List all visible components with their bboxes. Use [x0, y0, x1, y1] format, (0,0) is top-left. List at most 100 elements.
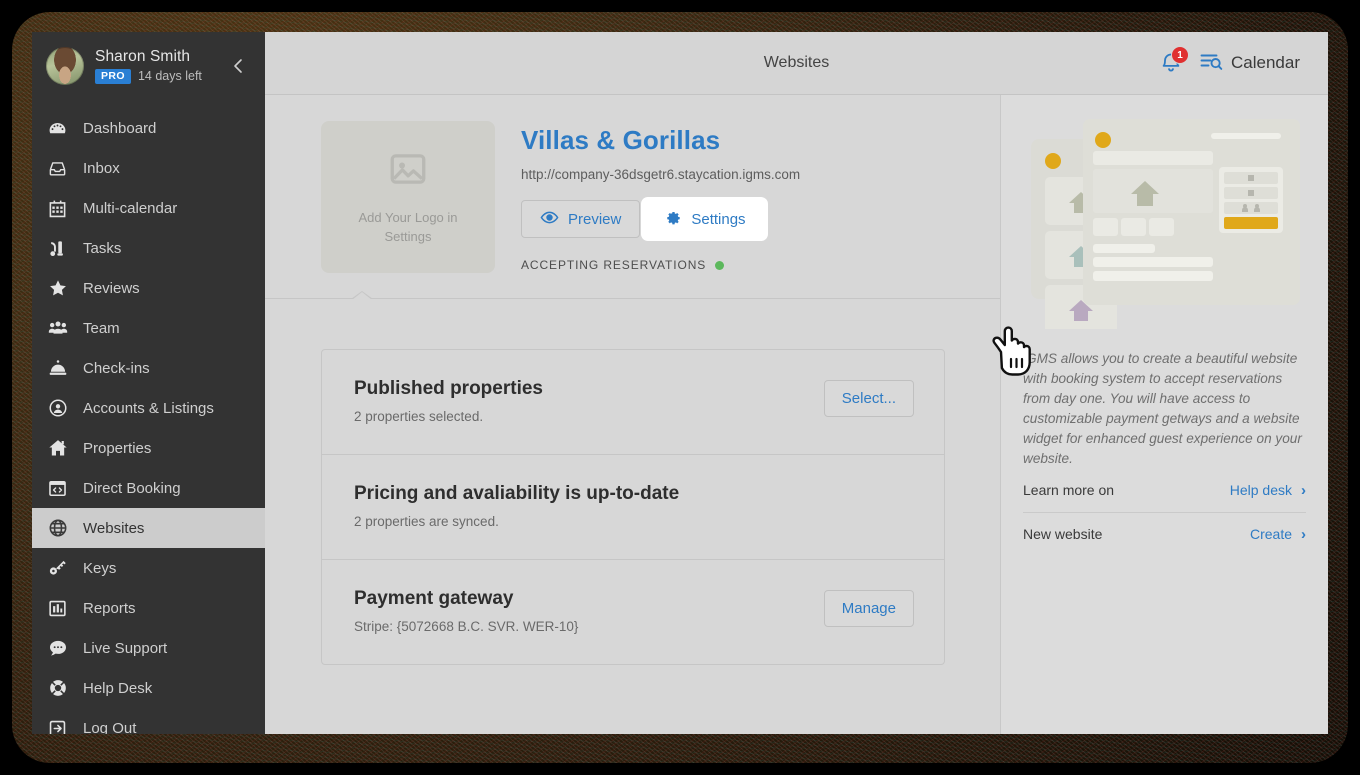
bar-chart-icon	[48, 598, 74, 618]
sidebar-user-profile[interactable]: Sharon Smith PRO 14 days left	[32, 32, 265, 100]
eye-icon	[540, 208, 559, 231]
card-title: Pricing and avaliability is up-to-date	[354, 483, 680, 504]
sidebar-item-reports[interactable]: Reports	[32, 588, 265, 628]
user-circle-icon	[48, 398, 74, 418]
content-area: Add Your Logo in Settings Villas & Goril…	[265, 95, 1031, 734]
sidebar-item-label: Tasks	[83, 239, 122, 257]
logo-placeholder-line2: Settings	[384, 228, 432, 244]
calendar-button[interactable]: Calendar	[1199, 50, 1300, 77]
website-url: http://company-36dsgetr6.staycation.igms…	[521, 167, 801, 182]
top-bar-actions: 1 Calendar	[1159, 46, 1328, 77]
chat-bubble-icon	[48, 638, 74, 658]
sidebar: Sharon Smith PRO 14 days left Dashboard …	[32, 32, 265, 734]
chevron-right-icon: ›	[1301, 525, 1306, 543]
preview-button[interactable]: Preview	[521, 200, 641, 238]
sidebar-item-accounts-listings[interactable]: Accounts & Listings	[32, 388, 265, 428]
panel-description: iGMS allows you to create a beautiful we…	[1023, 351, 1302, 466]
sidebar-item-live-support[interactable]: Live Support	[32, 628, 265, 668]
create-website-link-label: Create	[1249, 526, 1292, 543]
sidebar-item-label: Inbox	[83, 159, 120, 177]
preview-label: Preview	[568, 210, 622, 228]
lifebuoy-icon	[48, 678, 74, 698]
bell-desk-icon	[48, 358, 74, 378]
gear-icon	[663, 208, 682, 231]
settings-cards: Published properties 2 properties select…	[321, 349, 945, 665]
notification-bell-icon[interactable]: 1	[1159, 46, 1189, 76]
sidebar-item-direct-booking[interactable]: Direct Booking	[32, 468, 265, 508]
sidebar-item-multi-calendar[interactable]: Multi-calendar	[32, 188, 265, 228]
chevron-left-icon[interactable]	[229, 56, 249, 76]
panel-row-label: New website	[1023, 526, 1103, 543]
website-info: Villas & Gorillas http://company-36dsget…	[521, 121, 800, 273]
sidebar-nav: Dashboard Inbox Multi-calendar Tasks Rev…	[32, 108, 265, 734]
sidebar-item-label: Reports	[83, 599, 136, 617]
trial-days-left: 14 days left	[137, 68, 202, 83]
pro-badge: PRO	[95, 68, 131, 85]
sidebar-item-label: Check-ins	[83, 359, 150, 377]
status-badge: ACCEPTING RESERVATIONS	[521, 258, 800, 272]
logo-placeholder[interactable]: Add Your Logo in Settings	[321, 121, 495, 273]
sidebar-item-help-desk[interactable]: Help Desk	[32, 668, 265, 708]
card-title: Payment gateway	[354, 588, 514, 609]
code-window-icon	[48, 478, 74, 498]
vacuum-icon	[48, 238, 74, 258]
star-icon	[48, 278, 74, 298]
card-title: Published properties	[354, 378, 543, 399]
sidebar-item-label: Reviews	[83, 279, 140, 297]
sidebar-item-dashboard[interactable]: Dashboard	[32, 108, 265, 148]
manage-payment-button[interactable]: Manage	[823, 590, 914, 627]
sidebar-item-label: Team	[83, 319, 120, 337]
card-subtitle: 2 properties are synced.	[354, 514, 499, 529]
sidebar-item-team[interactable]: Team	[32, 308, 265, 348]
notification-badge: 1	[1171, 46, 1189, 64]
users-icon	[48, 318, 74, 338]
website-header-card: Add Your Logo in Settings Villas & Goril…	[265, 95, 1000, 273]
sidebar-item-inbox[interactable]: Inbox	[32, 148, 265, 188]
status-dot-icon	[715, 260, 725, 270]
calendar-label: Calendar	[1231, 53, 1300, 72]
settings-button[interactable]: Settings	[644, 200, 765, 238]
sidebar-item-websites[interactable]: Websites	[32, 508, 265, 548]
chevron-right-icon: ›	[1301, 481, 1306, 499]
calendar-search-icon	[1199, 50, 1223, 77]
divider-notch	[351, 291, 373, 300]
card-subtitle: 2 properties selected.	[354, 409, 484, 424]
app-window: Sharon Smith PRO 14 days left Dashboard …	[32, 32, 1328, 734]
card-payment-gateway: Payment gateway Stripe: {5072668 B.C. SV…	[322, 560, 944, 664]
select-properties-button[interactable]: Select...	[823, 380, 914, 417]
settings-label: Settings	[691, 210, 746, 228]
gauge-icon	[48, 118, 74, 138]
main-area: Websites 1 Calendar Add Your Logo in Set…	[265, 32, 1328, 734]
panel-row-label: Learn more on	[1023, 482, 1115, 499]
help-desk-link[interactable]: Help desk ›	[1230, 482, 1306, 499]
panel-row-new-website: New website Create ›	[1023, 511, 1306, 556]
website-actions: Preview Settings	[521, 200, 800, 238]
sidebar-item-log-out[interactable]: Log Out	[32, 708, 265, 734]
create-website-link[interactable]: Create ›	[1250, 526, 1306, 543]
sidebar-item-properties[interactable]: Properties	[32, 428, 265, 468]
sidebar-item-label: Help Desk	[83, 679, 153, 697]
screen: Sharon Smith PRO 14 days left Dashboard …	[0, 0, 1360, 775]
card-published-properties: Published properties 2 properties select…	[322, 350, 944, 455]
website-name[interactable]: Villas & Gorillas	[521, 125, 800, 156]
sidebar-item-check-ins[interactable]: Check-ins	[32, 348, 265, 388]
user-name: Sharon Smith	[95, 47, 191, 65]
info-panel: iGMS allows you to create a beautiful we…	[1000, 95, 1328, 734]
section-divider	[265, 291, 1000, 300]
globe-icon	[48, 518, 74, 538]
image-placeholder-icon	[387, 148, 429, 195]
sidebar-item-keys[interactable]: Keys	[32, 548, 265, 588]
panel-row-learn-more: Learn more on Help desk ›	[1023, 469, 1306, 512]
sidebar-item-tasks[interactable]: Tasks	[32, 228, 265, 268]
inbox-icon	[48, 158, 74, 178]
sidebar-item-label: Log Out	[83, 719, 137, 735]
sidebar-item-label: Keys	[83, 559, 117, 577]
sidebar-item-label: Multi-calendar	[83, 199, 178, 217]
avatar	[46, 47, 84, 85]
sidebar-item-label: Direct Booking	[83, 479, 181, 497]
sidebar-item-label: Properties	[83, 439, 152, 457]
calendar-icon	[48, 198, 74, 218]
body-area: Add Your Logo in Settings Villas & Goril…	[265, 95, 1328, 734]
website-builder-illustration	[1023, 113, 1306, 333]
sidebar-item-reviews[interactable]: Reviews	[32, 268, 265, 308]
